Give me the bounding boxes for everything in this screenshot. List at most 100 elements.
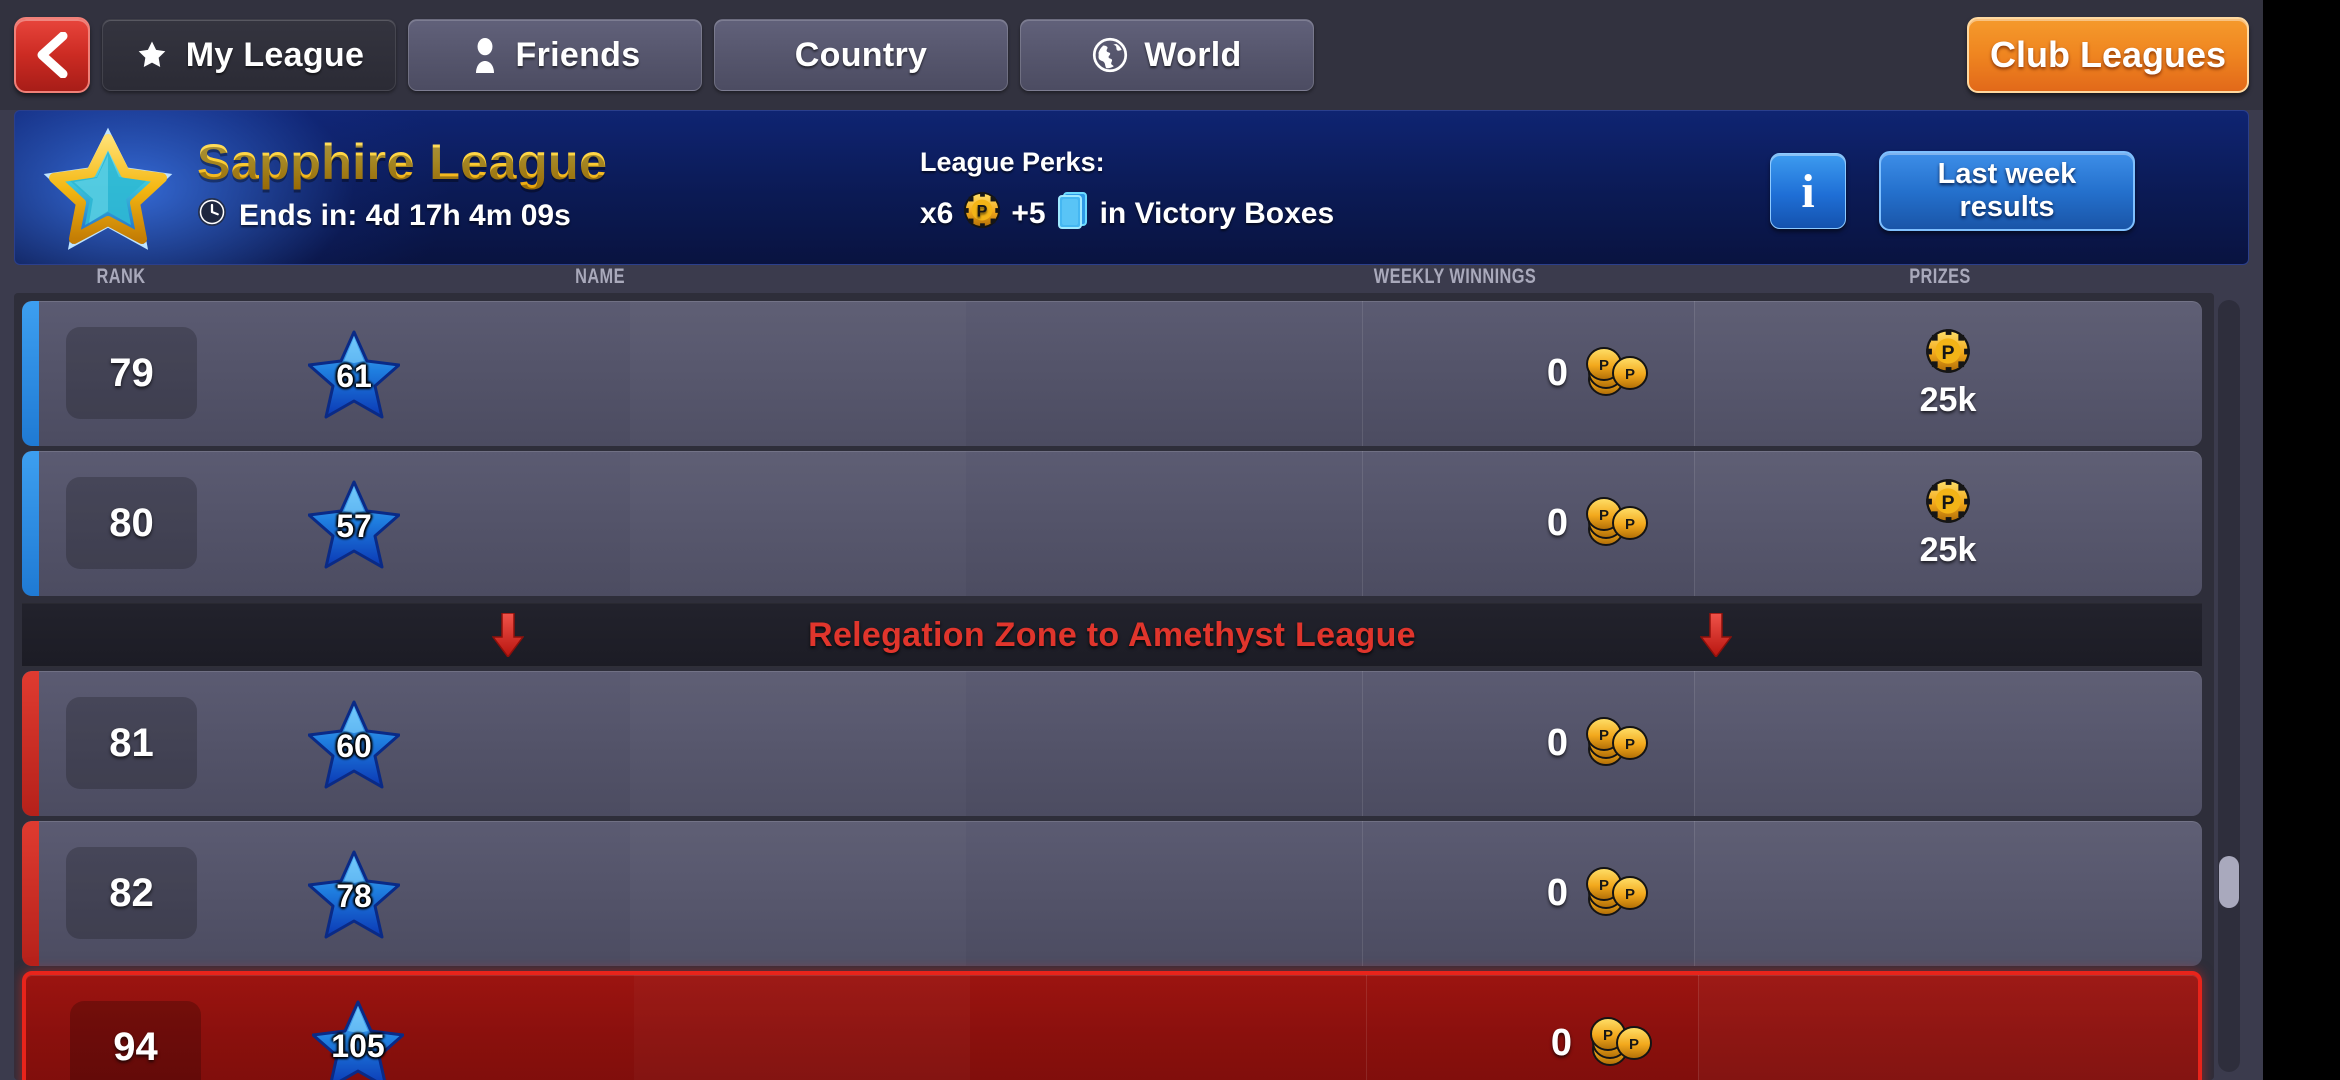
prize-amount: 25k (1919, 380, 1977, 419)
weekly-winnings-value: 0 (1546, 722, 1568, 764)
star-icon (134, 38, 170, 72)
svg-text:P: P (977, 203, 988, 221)
league-screen: My League Friends Country World Club Lea… (0, 0, 2263, 1080)
back-button[interactable] (14, 17, 90, 93)
player-weekly-winnings: 0 P P (1362, 301, 1692, 446)
coin-stack-icon: P P (1590, 1017, 1652, 1066)
table-row[interactable]: 94 105 0 P P (22, 971, 2202, 1080)
player-level-number: 57 (336, 507, 372, 544)
table-row[interactable]: 79 61 0 P P P 25k (22, 301, 2202, 446)
row-status-accent (26, 975, 43, 1080)
table-row[interactable]: 80 57 0 P P P 25k (22, 451, 2202, 596)
top-navigation-bar: My League Friends Country World Club Lea… (0, 0, 2263, 110)
player-weekly-winnings: 0 P P (1362, 671, 1692, 816)
relegation-zone-label: Relegation Zone to Amethyst League (808, 615, 1416, 654)
svg-text:P: P (1599, 727, 1609, 744)
tab-world-label: World (1144, 35, 1242, 74)
player-name-cell: 57 (292, 451, 1452, 596)
chevron-left-icon (32, 32, 72, 78)
player-rank: 79 (66, 327, 197, 419)
club-leagues-button[interactable]: Club Leagues (1967, 17, 2249, 93)
clock-icon (197, 197, 227, 235)
svg-text:P: P (1603, 1027, 1613, 1044)
player-name-cell: 60 (292, 671, 1452, 816)
tab-friends-label: Friends (515, 35, 641, 74)
coin-stack-icon: P P (1584, 495, 1650, 552)
coin-stack-icon: P P (1584, 865, 1650, 922)
relegation-zone-divider: Relegation Zone to Amethyst League (22, 603, 2202, 667)
league-countdown-label: Ends in: 4d 17h 4m 09s (239, 199, 571, 232)
player-level-number: 60 (336, 727, 372, 764)
globe-icon (1092, 37, 1128, 73)
player-name-cell: 105 (296, 975, 1456, 1080)
svg-text:P: P (1625, 886, 1635, 903)
row-status-accent (22, 821, 39, 966)
row-status-accent (22, 451, 39, 596)
coin-icon: P (1926, 478, 1970, 523)
column-header-rank: RANK (96, 265, 146, 288)
svg-text:P: P (1941, 492, 1954, 514)
coin-stack-icon: P P (1586, 497, 1648, 546)
league-countdown: Ends in: 4d 17h 4m 09s (197, 197, 607, 235)
player-rank: 81 (66, 697, 197, 789)
leaderboard-table[interactable]: 79 61 0 P P P 25k 80 57 0 P P P 25k Rele… (14, 293, 2214, 1080)
player-level-star-icon: 57 (307, 479, 401, 569)
svg-text:P: P (1625, 516, 1635, 533)
svg-text:P: P (1599, 877, 1609, 894)
player-prize (1694, 671, 2202, 816)
vertical-scrollbar-thumb[interactable] (2219, 856, 2239, 908)
coin-stack-icon: P P (1586, 347, 1648, 396)
table-row[interactable]: 82 78 0 P P (22, 821, 2202, 966)
person-icon (470, 37, 500, 73)
vertical-scrollbar-track[interactable] (2218, 300, 2240, 1072)
player-weekly-winnings: 0 P P (1366, 975, 1696, 1080)
row-status-accent (22, 671, 39, 816)
tab-my-league-label: My League (185, 35, 365, 74)
weekly-winnings-value: 0 (1546, 502, 1568, 544)
player-rank: 80 (66, 477, 197, 569)
weekly-winnings-value: 0 (1546, 872, 1568, 914)
card-pack-icon (1056, 190, 1090, 238)
perks-plus: +5 (1011, 197, 1046, 230)
weekly-winnings-value: 0 (1546, 352, 1568, 394)
column-header-prizes: PRIZES (1909, 265, 1971, 288)
league-medal-icon (43, 127, 173, 250)
table-column-headers: RANK NAME WEEKLY WINNINGS PRIZES (0, 265, 2263, 293)
weekly-winnings-value: 0 (1550, 1022, 1572, 1064)
tab-world[interactable]: World (1020, 19, 1314, 91)
column-header-name: NAME (575, 265, 625, 288)
player-name-cell: 78 (292, 821, 1452, 966)
svg-text:P: P (1625, 366, 1635, 383)
player-prize (1698, 975, 2198, 1080)
league-perks-line: x6 P +5 in Victory Boxes (920, 190, 1334, 238)
player-weekly-winnings: 0 P P (1362, 451, 1692, 596)
last-week-line-2: results (1959, 191, 2055, 223)
tab-country-label: Country (794, 35, 928, 74)
coin-stack-icon: P P (1584, 715, 1650, 772)
row-status-accent (22, 301, 39, 446)
league-perks-title: League Perks: (920, 147, 1105, 177)
arrow-down-icon (1699, 612, 1733, 659)
table-row[interactable]: 81 60 0 P P (22, 671, 2202, 816)
svg-text:P: P (1599, 357, 1609, 374)
tab-my-league[interactable]: My League (102, 19, 396, 91)
arrow-down-icon (491, 612, 525, 659)
info-icon: i (1801, 164, 1815, 218)
info-button[interactable]: i (1770, 153, 1846, 229)
player-level-star-icon: 61 (307, 329, 401, 419)
player-prize: P 25k (1694, 451, 2202, 596)
tab-friends[interactable]: Friends (408, 19, 702, 91)
player-rank: 82 (66, 847, 197, 939)
last-week-line-1: Last week (1937, 157, 2077, 190)
player-level-number: 61 (336, 357, 372, 394)
letterbox-right (2263, 0, 2340, 1080)
perks-multiplier: x6 (920, 197, 954, 230)
coin-stack-icon: P P (1584, 345, 1650, 402)
player-name-cell: 61 (292, 301, 1452, 446)
player-prize (1694, 821, 2202, 966)
coin-stack-icon: P P (1586, 867, 1648, 916)
tab-country[interactable]: Country (714, 19, 1008, 91)
prize-coin-icon: P (1925, 478, 1971, 529)
league-banner: Sapphire League Ends in: 4d 17h 4m 09s L… (14, 110, 2249, 265)
last-week-results-button[interactable]: Last week results (1879, 151, 2135, 231)
